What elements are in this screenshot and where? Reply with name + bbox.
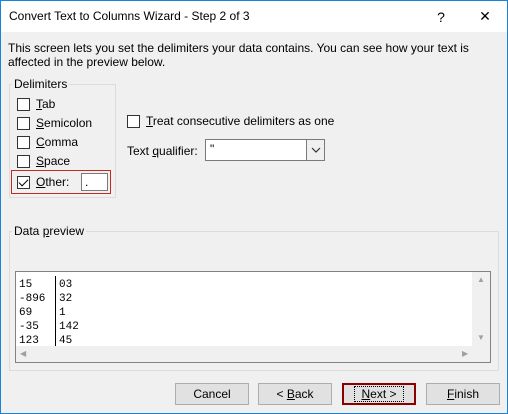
text-qualifier-value: " bbox=[210, 142, 215, 156]
close-icon[interactable]: ✕ bbox=[465, 1, 505, 32]
preview-cell: 142 bbox=[59, 321, 79, 333]
horizontal-scrollbar[interactable]: ◀ ▶ bbox=[16, 346, 474, 362]
text-qualifier-label: Text qualifier: bbox=[127, 144, 198, 158]
scroll-up-icon[interactable]: ▲ bbox=[477, 276, 485, 284]
preview-cell: 32 bbox=[59, 293, 73, 305]
text-qualifier-select[interactable]: " bbox=[205, 139, 325, 161]
comma-checkbox[interactable] bbox=[17, 135, 30, 149]
wizard-window: Convert Text to Columns Wizard - Step 2 … bbox=[0, 0, 508, 414]
consecutive-label: Treat consecutive delimiters as one bbox=[146, 114, 335, 128]
cancel-button[interactable]: Cancel bbox=[175, 383, 249, 405]
back-button-label: < Back bbox=[276, 387, 314, 401]
consecutive-checkbox-row[interactable]: Treat consecutive delimiters as one bbox=[127, 113, 334, 129]
finish-button-label: Finish bbox=[446, 387, 480, 401]
next-button[interactable]: Next > bbox=[342, 383, 416, 405]
scroll-right-icon[interactable]: ▶ bbox=[462, 350, 468, 358]
finish-button[interactable]: Finish bbox=[426, 383, 500, 405]
tab-checkbox-row[interactable]: Tab bbox=[17, 96, 55, 112]
chevron-down-icon[interactable] bbox=[306, 140, 324, 160]
vertical-scrollbar[interactable]: ▲ ▼ bbox=[472, 272, 490, 346]
other-label: Other: bbox=[36, 175, 70, 189]
title-bar[interactable]: Convert Text to Columns Wizard - Step 2 … bbox=[1, 1, 507, 32]
comma-checkbox-row[interactable]: Comma bbox=[17, 134, 78, 150]
scroll-down-icon[interactable]: ▼ bbox=[477, 334, 485, 342]
preview-cell: 1 bbox=[59, 307, 66, 319]
space-checkbox-row[interactable]: Space bbox=[17, 153, 70, 169]
consecutive-checkbox[interactable] bbox=[127, 114, 140, 128]
semicolon-checkbox-row[interactable]: Semicolon bbox=[17, 115, 92, 131]
preview-cell: 69 bbox=[19, 307, 33, 319]
other-checkbox-row[interactable]: Other: bbox=[17, 174, 69, 190]
column-break-line[interactable] bbox=[55, 276, 56, 346]
scrollbar-corner bbox=[472, 346, 490, 362]
help-icon[interactable]: ? bbox=[421, 1, 461, 32]
next-button-label: Next > bbox=[354, 386, 404, 402]
other-checkbox[interactable] bbox=[17, 175, 30, 189]
semicolon-checkbox[interactable] bbox=[17, 116, 30, 130]
delimiters-label: Delimiters bbox=[12, 77, 70, 91]
cancel-button-label: Cancel bbox=[193, 387, 231, 401]
scroll-left-icon[interactable]: ◀ bbox=[20, 350, 26, 358]
window-title: Convert Text to Columns Wizard - Step 2 … bbox=[9, 9, 250, 23]
comma-label: Comma bbox=[36, 135, 79, 149]
space-label: Space bbox=[36, 154, 71, 168]
preview-cell: -896 bbox=[19, 293, 46, 305]
other-delimiter-input[interactable]: . bbox=[81, 173, 108, 191]
back-button[interactable]: < Back bbox=[258, 383, 332, 405]
preview-cell: -35 bbox=[19, 321, 39, 333]
tab-checkbox[interactable] bbox=[17, 97, 30, 111]
semicolon-label: Semicolon bbox=[36, 116, 93, 130]
preview-grid: 15 03 -896 32 69 1 -35 142 123 45 bbox=[17, 273, 473, 347]
space-checkbox[interactable] bbox=[17, 154, 30, 168]
preview-cell: 03 bbox=[59, 279, 73, 291]
tab-label: Tab bbox=[36, 97, 56, 111]
intro-text: This screen lets you set the delimiters … bbox=[8, 41, 469, 69]
preview-cell: 15 bbox=[19, 279, 33, 291]
data-preview-label: Data preview bbox=[12, 224, 87, 238]
data-preview-pane[interactable]: 15 03 -896 32 69 1 -35 142 123 45 ▲ ▼ ◀ … bbox=[15, 271, 491, 363]
